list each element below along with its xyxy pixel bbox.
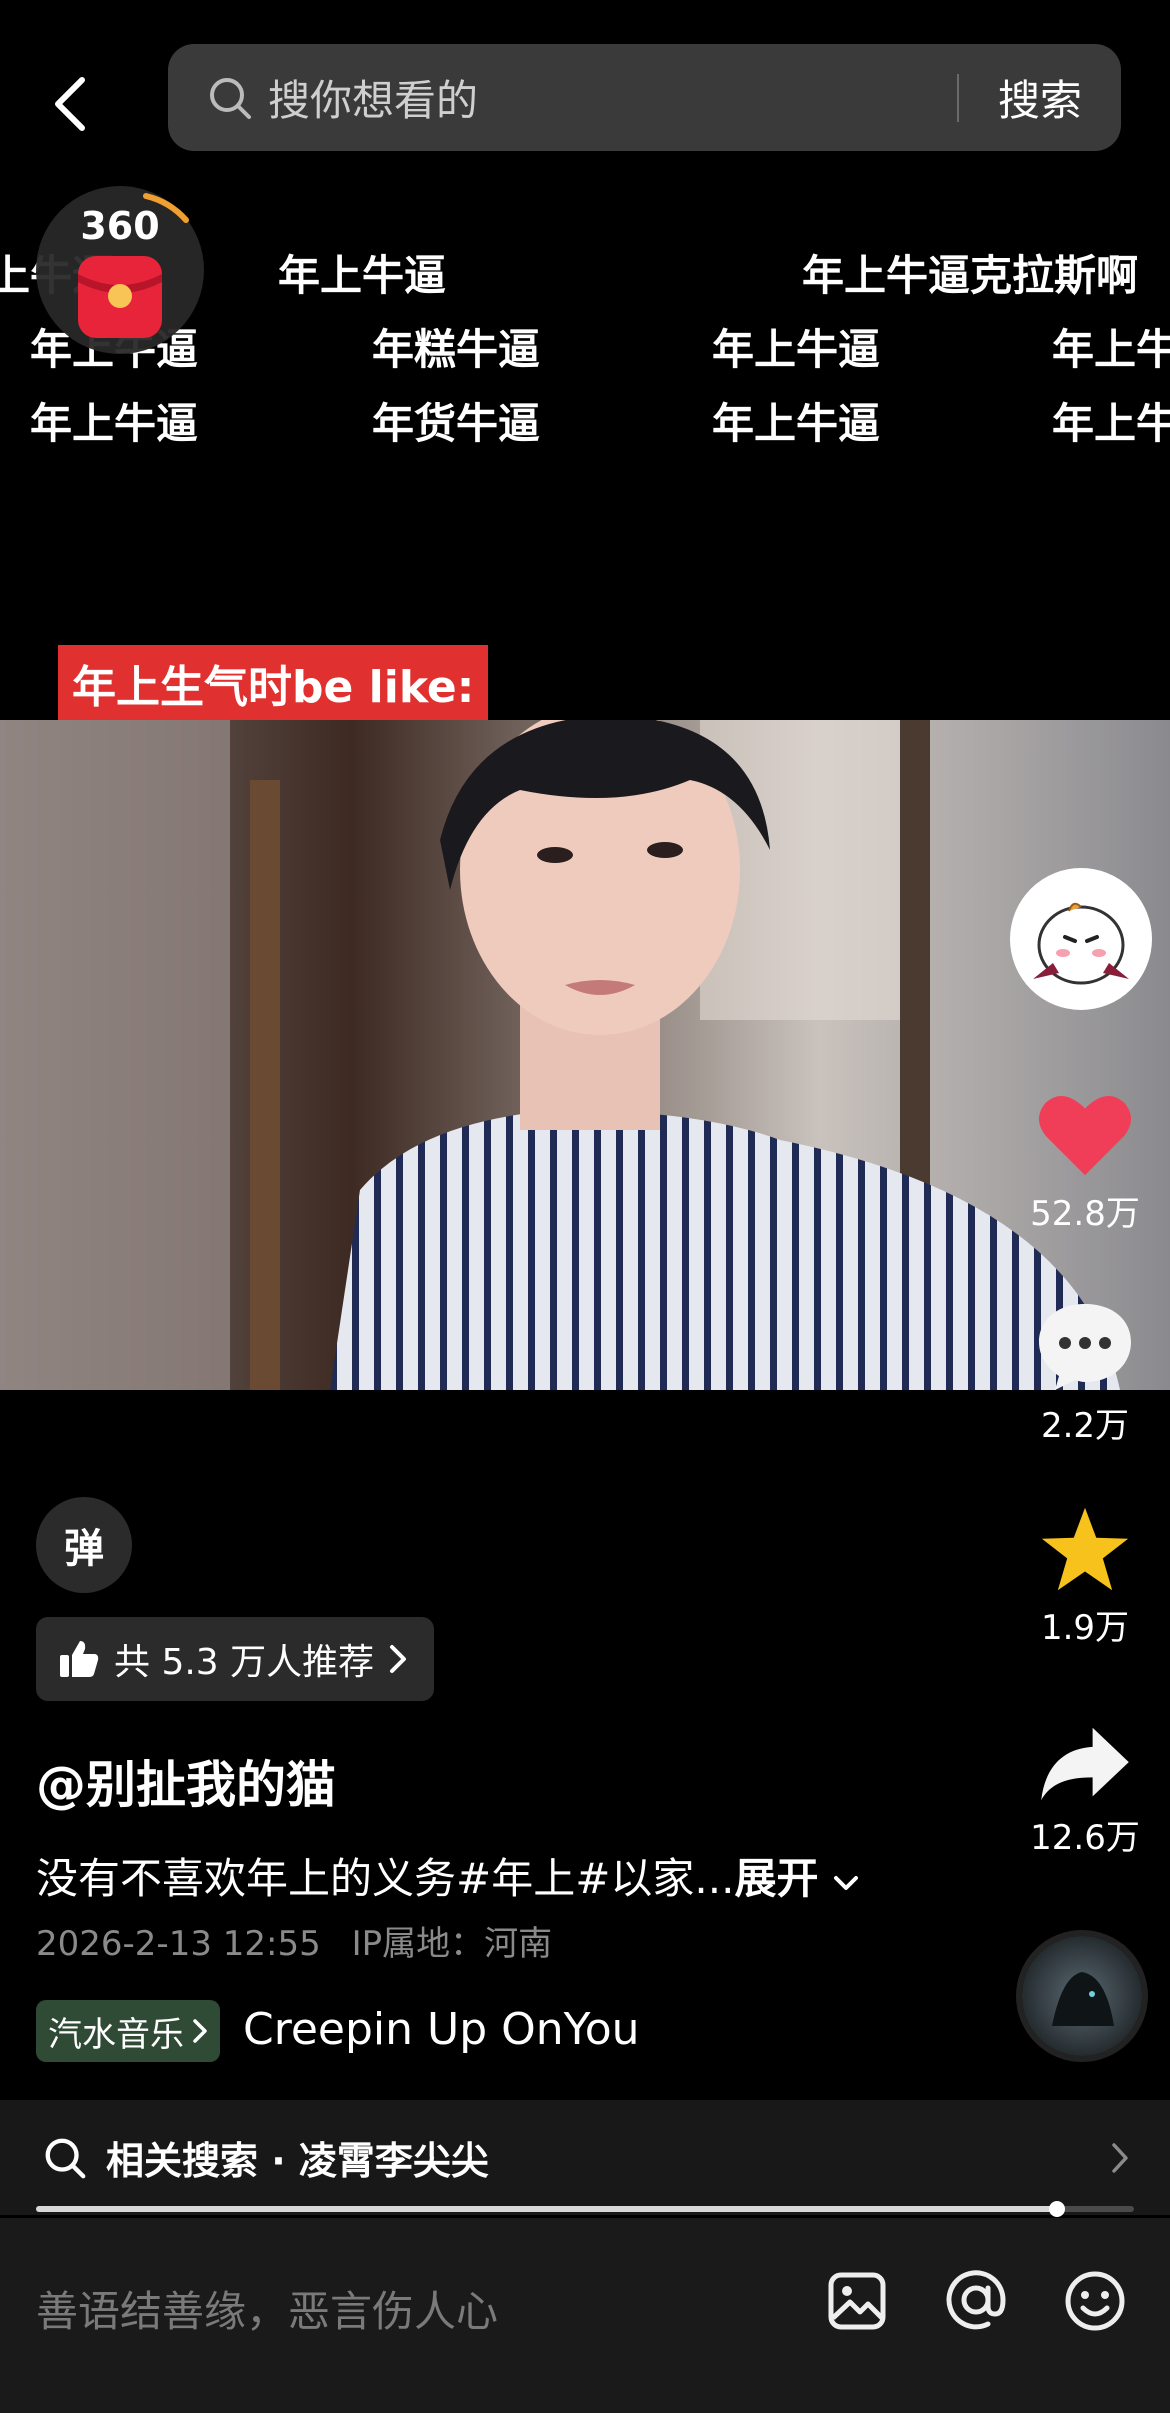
share-icon: [1041, 1727, 1129, 1801]
favorite-icon: [1041, 1507, 1129, 1591]
music-disc[interactable]: [1016, 1930, 1148, 2062]
search-box[interactable]: 搜你想看的 搜索: [168, 44, 1121, 151]
danmaku-item: 年货牛逼: [372, 399, 541, 448]
danmaku-item: 年上牛逼克拉斯啊: [802, 251, 1139, 300]
favorite-count: 1.9万: [1040, 1608, 1130, 1648]
red-packet-icon: [78, 256, 162, 338]
chevron-down-icon: [833, 1876, 858, 1890]
like-count: 52.8万: [1030, 1194, 1140, 1234]
post-datetime: 2026-2-13 12:55: [36, 1924, 321, 1964]
favorite-star: [1041, 1507, 1129, 1591]
danmaku-item: 年上牛: [1052, 399, 1170, 448]
mention-button[interactable]: [944, 2268, 1008, 2336]
music-app-label: 汽水音乐: [48, 2014, 184, 2055]
video-frame: [0, 720, 1170, 1390]
progress-fill: [36, 2206, 1058, 2212]
video-caption: 年上生气时be like:: [58, 645, 489, 721]
favorite-button[interactable]: 1.9万: [1010, 1504, 1160, 1649]
search-input[interactable]: 搜你想看的: [268, 67, 957, 128]
related-search-bar[interactable]: 相关搜索 · 凌霄李尖尖: [0, 2100, 1170, 2215]
share-count: 12.6万: [1030, 1818, 1140, 1858]
avatar-image: [1013, 871, 1149, 1007]
like-heart: [1038, 1096, 1132, 1176]
danmu-toggle-label: 弹: [64, 1526, 104, 1572]
music-title[interactable]: Creepin Up OnYou: [243, 2004, 640, 2055]
author-avatar[interactable]: [1010, 868, 1152, 1010]
search-button[interactable]: 搜索: [959, 67, 1121, 128]
danmaku-item: 年上牛逼: [712, 399, 881, 448]
danmaku-item: 年上牛逼: [278, 251, 447, 300]
progress-handle[interactable]: [1049, 2201, 1066, 2217]
back-button[interactable]: [38, 64, 102, 144]
emoji-button[interactable]: [1064, 2270, 1126, 2336]
at-icon: [946, 2270, 1006, 2330]
danmaku-item: 年糕牛逼: [372, 325, 541, 374]
comment-count: 2.2万: [1040, 1406, 1130, 1446]
widget-count: 360: [80, 204, 160, 248]
video-description[interactable]: 没有不喜欢年上的义务#年上#以家...展开: [36, 1845, 860, 1906]
emoji-icon: [1065, 2271, 1125, 2331]
search-icon: [45, 2138, 86, 2178]
video-progress-bar[interactable]: [36, 2201, 1134, 2217]
description-text: 没有不喜欢年上的义务#年上#以家...: [36, 1854, 735, 1903]
expand-button[interactable]: 展开: [734, 1854, 818, 1903]
like-icon: [1038, 1096, 1132, 1176]
red-packet-widget[interactable]: 360: [36, 186, 204, 354]
related-search-text: 相关搜索 · 凌霄李尖尖: [106, 2139, 489, 2183]
ip-location: IP属地：河南: [351, 1924, 553, 1964]
danmaku-item: 年上牛逼: [712, 325, 881, 374]
danmaku-item: 年上牛逼: [30, 399, 199, 448]
image-icon: [828, 2272, 886, 2330]
music-cover-image: [1022, 1936, 1142, 2056]
search-icon: [210, 77, 251, 119]
post-meta: 2026-2-13 12:55 IP属地：河南: [36, 1916, 552, 1965]
music-app-tag[interactable]: 汽水音乐: [36, 2000, 220, 2062]
like-button[interactable]: 52.8万: [1010, 1090, 1160, 1235]
chevron-right-icon: [390, 1645, 407, 1673]
author-name[interactable]: @别扯我的猫: [36, 1745, 336, 1817]
chevron-right-icon: [193, 2019, 207, 2043]
video-player[interactable]: [0, 720, 1170, 1390]
danmu-toggle-button[interactable]: 弹: [36, 1497, 132, 1593]
comment-button[interactable]: 2.2万: [1010, 1298, 1160, 1447]
chevron-right-icon: [1112, 2142, 1128, 2173]
share-button[interactable]: 12.6万: [1010, 1724, 1160, 1859]
danmaku-item: 年上牛: [1052, 325, 1170, 374]
recommend-text: 共 5.3 万人推荐: [114, 1642, 375, 1683]
comment-input[interactable]: 善语结善缘，恶言伤人心: [36, 2278, 498, 2339]
image-button[interactable]: [826, 2270, 888, 2336]
thumb-up-icon: [60, 1641, 99, 1677]
danmaku-row-3: 年上牛逼 年货牛逼 年上牛逼 年上牛: [0, 380, 1170, 454]
comment-icon: [1039, 1304, 1131, 1390]
back-icon: [55, 77, 85, 131]
recommend-pill[interactable]: 共 5.3 万人推荐: [36, 1617, 435, 1701]
